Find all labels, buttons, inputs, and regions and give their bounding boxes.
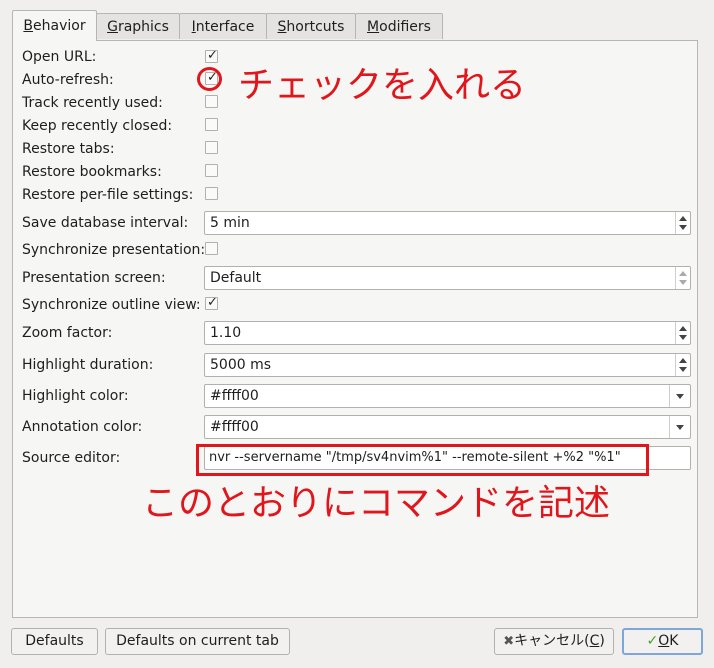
tab-shortcuts[interactable]: Shortcuts (266, 13, 356, 39)
ok-button-label: K (669, 633, 679, 649)
highlight-duration-label: Highlight duration: (22, 357, 154, 373)
zoom-factor-label: Zoom factor: (22, 325, 113, 341)
tab-modifiers-mnemonic: M (367, 19, 380, 35)
cancel-x-icon: ✖ (503, 634, 515, 649)
cancel-button-label: キャンセル( (514, 633, 590, 649)
restore-per-file-settings-label: Restore per-file settings: (22, 187, 194, 203)
restore-per-file-settings-checkbox[interactable] (205, 187, 218, 200)
tab-behavior[interactable]: Behavior (12, 10, 97, 41)
tab-interface[interactable]: Interface (179, 13, 267, 39)
synchronize-presentation-label: Synchronize presentation: (22, 242, 206, 258)
highlight-color-value: #ffff00 (210, 388, 259, 404)
annotation-color-value: #ffff00 (210, 419, 259, 435)
restore-tabs-label: Restore tabs: (22, 141, 115, 157)
spin-arrows-icon[interactable] (675, 322, 690, 344)
defaults-button-label: Defaults (25, 633, 84, 649)
source-editor-label: Source editor: (22, 450, 121, 466)
keep-recently-closed-label: Keep recently closed: (22, 118, 173, 134)
presentation-screen-label: Presentation screen: (22, 270, 166, 286)
annotation-checkbox-note: チェックを入れる (238, 65, 527, 106)
restore-tabs-checkbox[interactable] (205, 141, 218, 154)
synchronize-outline-view-checkbox[interactable]: ✓ (205, 295, 218, 310)
check-icon: ✓ (207, 48, 218, 63)
track-recently-used-checkbox[interactable] (205, 95, 218, 108)
tab-modifiers[interactable]: Modifiers (355, 13, 443, 39)
open-url-label: Open URL: (22, 49, 97, 65)
ok-check-icon: ✓ (646, 633, 659, 649)
tab-behavior-mnemonic: B (23, 18, 34, 34)
zoom-factor-spinbox[interactable]: 1.10 (204, 321, 691, 345)
tab-graphics-label: raphics (117, 19, 169, 35)
track-recently-used-label: Track recently used: (22, 95, 163, 111)
defaults-current-tab-label: Defaults on current tab (116, 633, 279, 649)
spin-arrows-icon[interactable] (675, 267, 690, 289)
highlight-duration-spinbox[interactable]: 5000 ms (204, 353, 691, 377)
ok-button[interactable]: ✓OK (622, 628, 703, 655)
presentation-screen-value: Default (210, 270, 262, 286)
tab-interface-label: nterface (195, 19, 255, 35)
save-database-interval-label: Save database interval: (22, 215, 189, 231)
tab-graphics[interactable]: Graphics (96, 13, 180, 39)
defaults-current-tab-button[interactable]: Defaults on current tab (105, 628, 290, 655)
highlight-color-combobox[interactable]: #ffff00 (204, 384, 691, 408)
spin-arrows-icon[interactable] (675, 212, 690, 234)
save-database-interval-spinbox[interactable]: 5 min (204, 211, 691, 235)
restore-bookmarks-checkbox[interactable] (205, 164, 218, 177)
spin-arrows-icon[interactable] (675, 354, 690, 376)
highlight-color-label: Highlight color: (22, 388, 129, 404)
keep-recently-closed-checkbox[interactable] (205, 118, 218, 131)
save-database-interval-value: 5 min (210, 215, 250, 231)
annotation-command-note: このとおりにコマンドを記述 (142, 483, 611, 524)
synchronize-presentation-checkbox[interactable] (205, 242, 218, 255)
synchronize-outline-view-label: Synchronize outline view: (22, 297, 201, 313)
highlight-duration-value: 5000 ms (210, 357, 272, 373)
annotation-circle (197, 67, 222, 91)
annotation-color-label: Annotation color: (22, 419, 143, 435)
restore-bookmarks-label: Restore bookmarks: (22, 164, 162, 180)
cancel-button[interactable]: ✖キャンセル(C) (494, 628, 614, 655)
defaults-button[interactable]: Defaults (11, 628, 98, 655)
chevron-down-icon[interactable] (669, 416, 690, 438)
check-icon: ✓ (207, 295, 218, 310)
cancel-button-mnemonic: C (589, 633, 600, 649)
zoom-factor-value: 1.10 (210, 325, 242, 341)
presentation-screen-spinbox[interactable]: Default (204, 266, 691, 290)
chevron-down-icon[interactable] (669, 385, 690, 407)
annotation-color-combobox[interactable]: #ffff00 (204, 415, 691, 439)
open-url-checkbox[interactable]: ✓ (205, 48, 218, 63)
annotation-box (196, 444, 649, 476)
tab-shortcuts-label: hortcuts (286, 19, 345, 35)
tab-behavior-label: ehavior (33, 18, 86, 34)
tab-graphics-mnemonic: G (107, 19, 118, 35)
tab-modifiers-label: odifiers (379, 19, 431, 35)
cancel-button-tail: ) (599, 633, 605, 649)
ok-button-mnemonic: O (658, 633, 670, 649)
auto-refresh-label: Auto-refresh: (22, 72, 114, 88)
